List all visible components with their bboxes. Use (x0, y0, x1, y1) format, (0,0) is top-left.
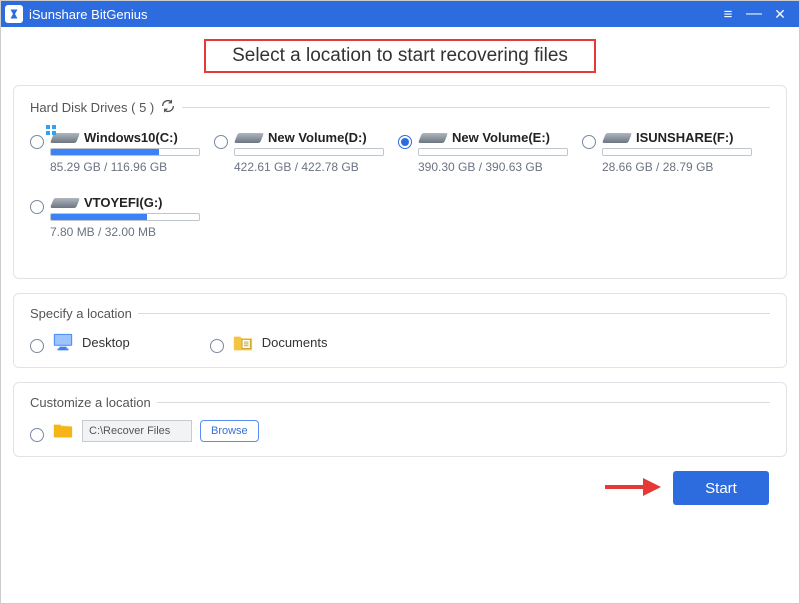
desktop-label: Desktop (82, 335, 130, 350)
drive-usage-bar (418, 148, 568, 156)
disk-icon (418, 127, 448, 145)
desktop-icon (52, 332, 74, 352)
drive-usage-bar (234, 148, 384, 156)
drive-item[interactable]: ISUNSHARE(F:) 28.66 GB / 28.79 GB (582, 127, 752, 174)
drive-item[interactable]: New Volume(D:) 422.61 GB / 422.78 GB (214, 127, 384, 174)
drive-size: 390.30 GB / 390.63 GB (418, 160, 568, 174)
disk-icon (602, 127, 632, 145)
radio-documents[interactable] (210, 339, 224, 353)
app-logo (5, 5, 23, 23)
drive-radio[interactable] (398, 135, 412, 149)
drive-radio[interactable] (214, 135, 228, 149)
folder-icon (52, 421, 74, 441)
radio-desktop[interactable] (30, 339, 44, 353)
arrow-annotation-icon (603, 474, 663, 503)
drive-usage-bar (50, 148, 200, 156)
drive-item[interactable]: VTOYEFI(G:) 7.80 MB / 32.00 MB (30, 192, 200, 239)
drive-name: ISUNSHARE(F:) (636, 130, 734, 145)
drive-usage-bar (50, 213, 200, 221)
hard-disk-drives-panel: Hard Disk Drives ( 5 ) Windows10(C:) 85.2… (13, 85, 787, 279)
hdd-heading: Hard Disk Drives ( 5 ) (30, 100, 154, 115)
drive-size: 7.80 MB / 32.00 MB (50, 225, 200, 239)
customize-location-panel: Customize a location Browse (13, 382, 787, 457)
drive-item[interactable]: New Volume(E:) 390.30 GB / 390.63 GB (398, 127, 568, 174)
documents-icon (232, 332, 254, 352)
disk-icon (234, 127, 264, 145)
drive-size: 28.66 GB / 28.79 GB (602, 160, 752, 174)
radio-custom-path[interactable] (30, 428, 44, 442)
refresh-icon[interactable] (160, 98, 176, 117)
specify-location-panel: Specify a location Desktop Documents (13, 293, 787, 368)
drive-item[interactable]: Windows10(C:) 85.29 GB / 116.96 GB (30, 127, 200, 174)
drive-radio[interactable] (582, 135, 596, 149)
location-desktop[interactable]: Desktop (30, 331, 130, 353)
drive-size: 85.29 GB / 116.96 GB (50, 160, 200, 174)
drive-radio[interactable] (30, 200, 44, 214)
titlebar: iSunshare BitGenius ≡ — ✕ (1, 1, 799, 27)
close-button[interactable]: ✕ (767, 6, 793, 23)
browse-button[interactable]: Browse (200, 420, 259, 442)
drive-name: Windows10(C:) (84, 130, 178, 145)
custom-path-input[interactable] (82, 420, 192, 442)
drive-size: 422.61 GB / 422.78 GB (234, 160, 384, 174)
start-button[interactable]: Start (673, 471, 769, 505)
menu-icon[interactable]: ≡ (715, 6, 741, 23)
documents-label: Documents (262, 335, 328, 350)
drive-name: VTOYEFI(G:) (84, 195, 162, 210)
page-headline: Select a location to start recovering fi… (204, 39, 596, 73)
minimize-button[interactable]: — (741, 9, 767, 19)
drive-radio[interactable] (30, 135, 44, 149)
drive-name: New Volume(D:) (268, 130, 367, 145)
disk-icon (50, 192, 80, 210)
drive-name: New Volume(E:) (452, 130, 550, 145)
drive-usage-bar (602, 148, 752, 156)
customize-heading: Customize a location (30, 395, 151, 410)
disk-icon (50, 127, 80, 145)
app-title: iSunshare BitGenius (29, 7, 715, 22)
location-documents[interactable]: Documents (210, 331, 328, 353)
specify-heading: Specify a location (30, 306, 132, 321)
